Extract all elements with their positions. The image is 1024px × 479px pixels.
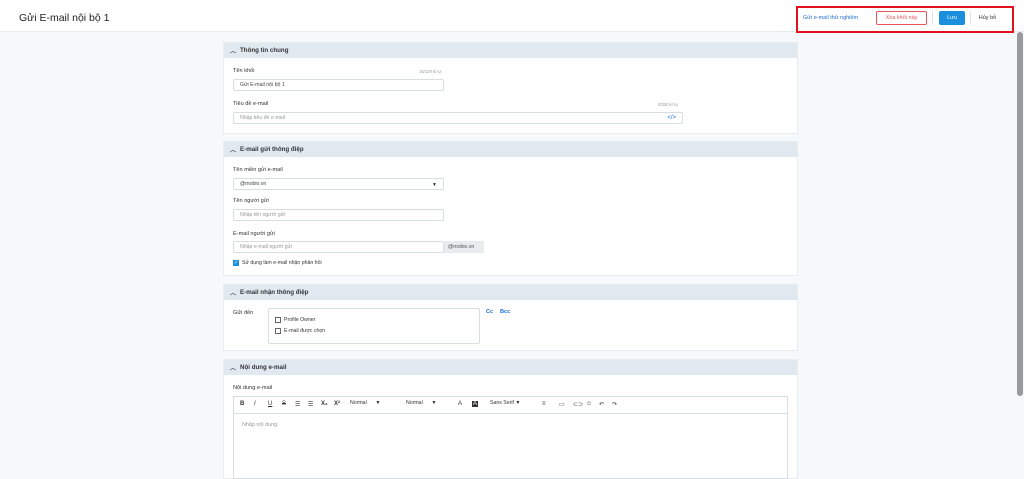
redo-icon[interactable]: ↷ — [612, 401, 617, 408]
sender-email-label: E-mail người gửi — [233, 231, 275, 237]
bcc-link[interactable]: Bcc — [500, 309, 510, 315]
divider — [932, 11, 933, 25]
section-header[interactable]: ︿ E-mail nhận thông điệp — [224, 285, 797, 300]
profile-owner-label: Profile Owner — [284, 317, 316, 323]
subject-counter: 0/320 kí tự — [658, 102, 679, 107]
heading-select[interactable]: Normal ▼ — [406, 400, 437, 406]
profile-owner-checkbox[interactable] — [275, 317, 281, 323]
cancel-button[interactable]: Hủy bỏ — [970, 11, 1004, 25]
image-icon[interactable]: ▭ — [559, 401, 565, 408]
chevron-up-icon: ︿ — [230, 148, 237, 154]
page-title: Gửi E-mail nội bộ 1 — [19, 12, 110, 24]
background-color-icon[interactable]: A — [472, 401, 479, 407]
caret-down-icon: ▼ — [432, 182, 437, 188]
undo-icon[interactable]: ↶ — [599, 401, 604, 408]
emoji-icon[interactable]: ☺ — [586, 401, 592, 407]
selected-email-label: E-mail được chọn — [284, 328, 326, 334]
strike-icon[interactable]: S — [282, 401, 286, 407]
send-to-label: Gửi đến — [233, 310, 254, 316]
domain-label: Tên miền gửi e-mail — [233, 167, 283, 173]
ordered-list-icon[interactable]: ☰ — [295, 401, 300, 408]
reply-label: Sử dụng làm e-mail nhận phản hồi — [242, 260, 322, 266]
block-name-counter: 16/128 kí tự — [419, 69, 442, 74]
link-icon[interactable]: ⊂⊃ — [573, 401, 583, 408]
bullet-list-icon[interactable]: ☰ — [308, 401, 313, 408]
sender-email-input[interactable]: Nhập e-mail người gửi — [233, 241, 444, 253]
section-header[interactable]: ︿ Nội dung e-mail — [224, 360, 797, 375]
selected-email-checkbox[interactable] — [275, 328, 281, 334]
subject-label: Tiêu đề e-mail — [233, 101, 269, 107]
email-domain-suffix: @mobio.vn — [444, 241, 484, 253]
cc-link[interactable]: Cc — [486, 309, 493, 315]
underline-icon[interactable]: U — [268, 401, 272, 407]
chevron-up-icon: ︿ — [230, 49, 237, 55]
scrollbar[interactable] — [1017, 32, 1023, 396]
save-button[interactable]: Lưu — [939, 11, 965, 25]
font-select[interactable]: Sans Serif ▼ — [490, 400, 521, 406]
block-name-label: Tên khối — [233, 68, 255, 74]
top-bar: Gửi E-mail nội bộ 1 Gửi e-mail thử nghiệ… — [0, 0, 1024, 33]
delete-block-button[interactable]: Xóa khối này — [876, 11, 927, 25]
editor-placeholder: Nhập nội dung — [242, 422, 278, 428]
editor-toolbar: B I U S ☰ ☰ X₂ X² Normal ▼ Normal ▼ A A … — [233, 396, 788, 414]
bold-icon[interactable]: B — [240, 401, 244, 407]
block-name-input[interactable]: Gửi E-mail nội bộ 1 — [233, 79, 444, 91]
chevron-up-icon: ︿ — [230, 366, 237, 372]
section-header[interactable]: ︿ E-mail gửi thông điệp — [224, 142, 797, 157]
superscript-icon[interactable]: X² — [334, 401, 340, 407]
content-label: Nội dung e-mail — [233, 385, 273, 391]
sender-name-label: Tên người gửi — [233, 198, 269, 204]
section-header[interactable]: ︿ Thông tin chung — [224, 43, 797, 58]
size-select[interactable]: Normal ▼ — [350, 400, 381, 406]
send-test-email-button[interactable]: Gửi e-mail thử nghiệm — [803, 13, 858, 23]
subscript-icon[interactable]: X₂ — [321, 401, 328, 407]
code-icon[interactable]: </> — [667, 115, 676, 121]
recipient-box — [268, 308, 480, 344]
text-color-icon[interactable]: A — [458, 401, 462, 407]
reply-checkbox[interactable]: ✓ — [233, 260, 239, 266]
italic-icon[interactable]: I — [254, 401, 256, 407]
chevron-up-icon: ︿ — [230, 291, 237, 297]
sender-name-input[interactable]: Nhập tên người gửi — [233, 209, 444, 221]
subject-input[interactable]: Nhập tiêu đề e-mail </> — [233, 112, 683, 124]
content-editor[interactable]: Nhập nội dung — [233, 414, 788, 479]
align-icon[interactable]: ≡ — [542, 401, 546, 407]
domain-select[interactable]: @mobio.vn ▼ — [233, 178, 444, 190]
